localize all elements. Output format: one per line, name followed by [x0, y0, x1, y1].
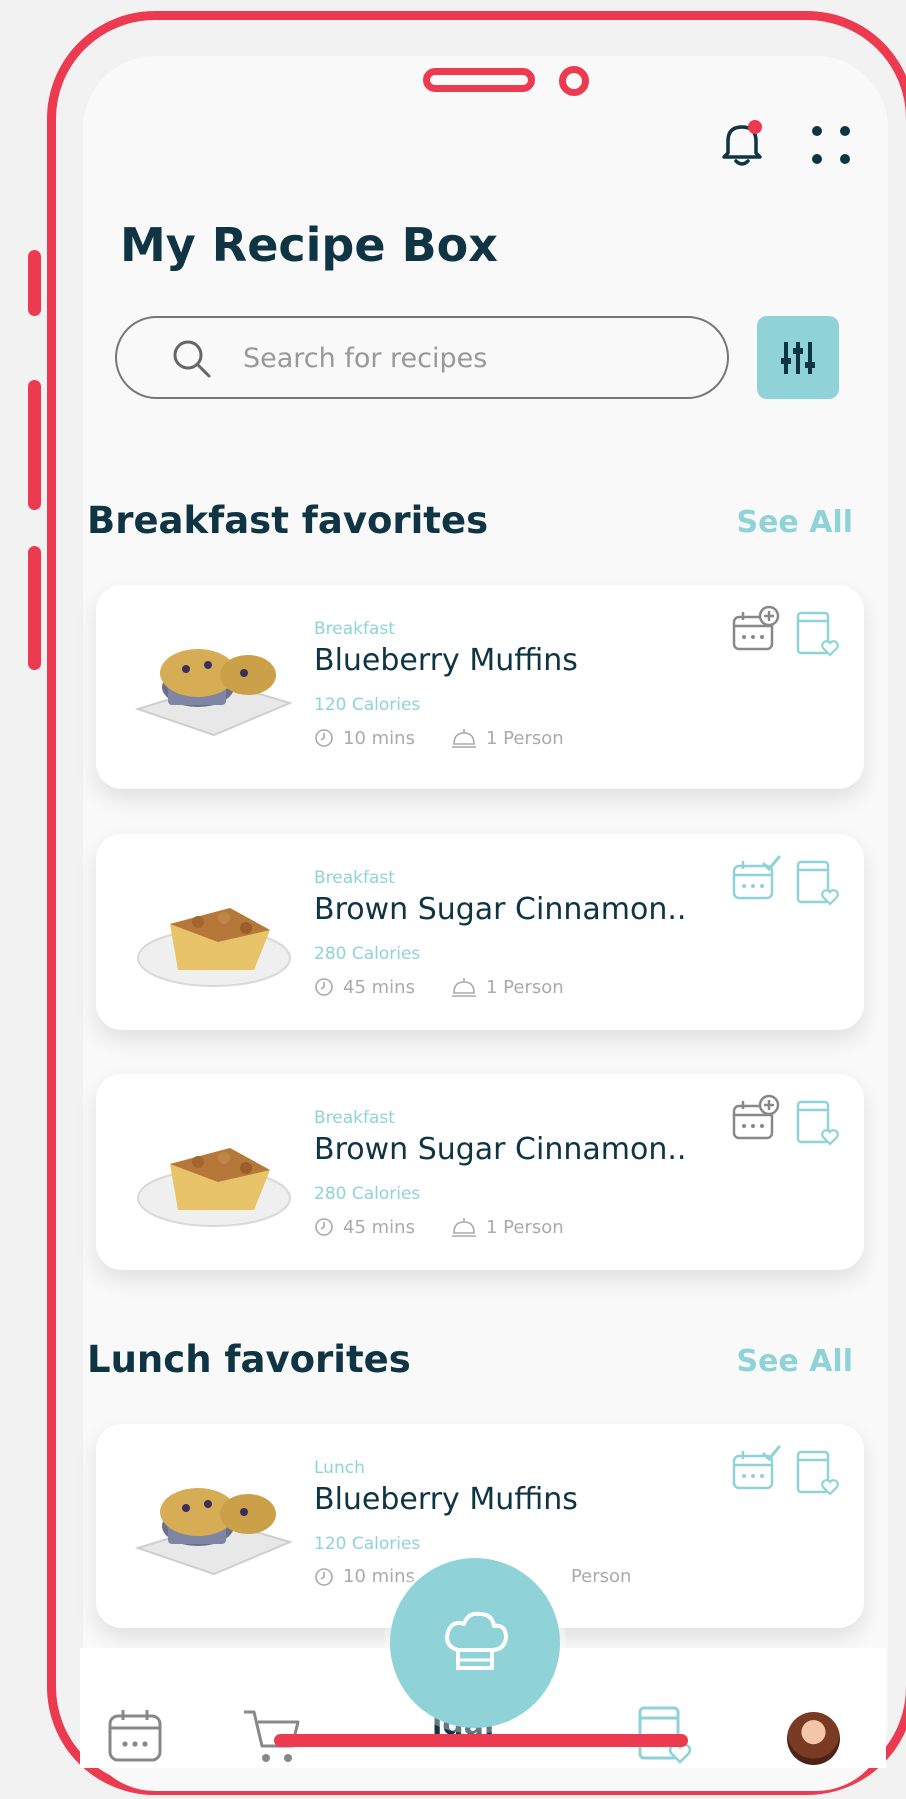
recipe-meta: 10 mins 1 Person: [314, 727, 600, 749]
clock-icon: [315, 978, 333, 996]
serving-dish-icon: [451, 729, 476, 748]
recipe-book-heart-icon[interactable]: [794, 1098, 840, 1150]
calendar-check-icon[interactable]: [730, 1444, 782, 1494]
recipe-meta: 45 mins 1 Person: [314, 976, 600, 998]
home-indicator: [274, 1734, 688, 1747]
recipe-image-muffins: [134, 649, 292, 737]
menu-grid-button[interactable]: [806, 120, 856, 170]
recipe-book-heart-icon[interactable]: [794, 1448, 840, 1500]
chef-fab-button[interactable]: [390, 1558, 560, 1728]
recipe-servings: 1 Person: [485, 976, 564, 998]
recipe-image-muffins: [134, 1488, 292, 1576]
recipe-card[interactable]: Breakfast Brown Sugar Cinnamon.. 280 Cal…: [96, 834, 864, 1030]
grid-icon: [812, 126, 850, 164]
section-title-lunch: Lunch favorites: [87, 1338, 411, 1381]
recipe-calories: 280 Calories: [314, 944, 421, 964]
recipe-time: 10 mins: [343, 1566, 415, 1587]
recipe-card[interactable]: Breakfast Brown Sugar Cinnamon.. 280 Cal…: [96, 1074, 864, 1270]
clock-icon: [315, 1567, 333, 1586]
recipe-image-coffee-cake: [137, 908, 291, 987]
recipe-meta: 45 mins 1 Person: [314, 1216, 600, 1238]
device-side-button-low: [28, 546, 41, 670]
avatar[interactable]: [787, 1712, 840, 1765]
search-input[interactable]: [241, 336, 685, 380]
recipe-image-coffee-cake: [137, 1148, 291, 1227]
serving-dish-icon: [451, 1218, 476, 1237]
recipe-servings: 1 Person: [485, 727, 564, 749]
calendar-add-icon[interactable]: [730, 605, 780, 655]
recipe-time: 45 mins: [343, 1216, 415, 1238]
recipe-time: 10 mins: [343, 727, 415, 749]
recipe-card[interactable]: Breakfast Blueberry Muffins 120 Calories…: [96, 585, 864, 789]
recipe-category: Lunch: [314, 1458, 365, 1478]
serving-dish-icon: [451, 978, 476, 997]
recipe-calories: 120 Calories: [314, 695, 421, 715]
page-title: My Recipe Box: [120, 218, 498, 272]
recipe-servings: 1 Person: [485, 1216, 564, 1238]
clock-icon: [315, 1218, 333, 1236]
recipe-name: Blueberry Muffins: [314, 1482, 578, 1517]
device-side-button-mid: [28, 380, 41, 510]
speaker-notch: [423, 68, 535, 92]
recipe-name: Brown Sugar Cinnamon..: [314, 1132, 687, 1167]
camera-notch: [559, 66, 589, 96]
recipe-book-heart-icon[interactable]: [794, 609, 840, 661]
recipe-calories: 120 Calories: [314, 1534, 421, 1554]
sliders-icon: [781, 341, 815, 374]
chef-hat-icon: [445, 1611, 508, 1670]
device-side-button-top: [28, 250, 41, 316]
calendar-add-icon[interactable]: [730, 1094, 780, 1144]
recipe-servings: Person: [570, 1566, 632, 1587]
calendar-check-icon[interactable]: [730, 854, 782, 904]
recipe-category: Breakfast: [314, 868, 395, 888]
recipe-category: Breakfast: [314, 619, 395, 639]
recipe-book-heart-icon[interactable]: [794, 858, 840, 910]
recipe-category: Breakfast: [314, 1108, 395, 1128]
notification-button[interactable]: [716, 115, 768, 171]
bell-icon: [722, 120, 762, 166]
notification-dot: [748, 120, 762, 134]
see-all-breakfast-link[interactable]: See All: [736, 505, 853, 540]
recipe-name: Brown Sugar Cinnamon..: [314, 892, 687, 927]
search-icon: [173, 340, 211, 378]
recipe-calories: 280 Calories: [314, 1184, 421, 1204]
filter-button[interactable]: [757, 316, 839, 399]
recipe-name: Blueberry Muffins: [314, 643, 578, 678]
see-all-lunch-link[interactable]: See All: [736, 1344, 853, 1379]
section-title-breakfast: Breakfast favorites: [87, 499, 489, 542]
clock-icon: [315, 729, 333, 747]
search-bar[interactable]: [115, 316, 729, 399]
calendar-icon[interactable]: [106, 1706, 164, 1764]
recipe-time: 45 mins: [343, 976, 415, 998]
